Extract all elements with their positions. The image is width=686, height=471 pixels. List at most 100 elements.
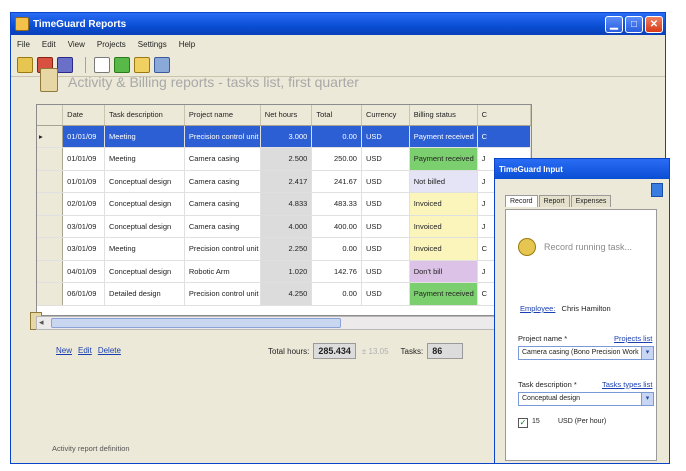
cell-date[interactable]: 04/01/09 xyxy=(62,260,106,283)
table-row[interactable]: 04/01/09 Conceptual design Robotic Arm 1.02… xyxy=(37,260,531,283)
menu-edit[interactable]: Edit xyxy=(42,40,56,49)
cell-task-description[interactable]: Conceptual design xyxy=(104,192,185,216)
table-row[interactable]: 03/01/09 Conceptual design Camera casing 4.… xyxy=(37,215,531,238)
cell-net-hours[interactable]: 2.500 xyxy=(260,147,313,171)
chevron-down-icon[interactable]: ▾ xyxy=(641,393,653,405)
book-icon[interactable] xyxy=(57,56,73,73)
row-header[interactable] xyxy=(37,282,64,306)
edit-link[interactable]: Edit xyxy=(78,346,92,355)
new-link[interactable]: New xyxy=(56,346,72,355)
cell-project-name[interactable]: Camera casing xyxy=(184,215,261,238)
projects-list-link[interactable]: Projects list xyxy=(614,334,652,343)
menu-file[interactable]: File xyxy=(17,40,30,49)
column-currency[interactable]: Currency xyxy=(361,105,410,126)
cell-net-hours[interactable]: 4.833 xyxy=(260,192,313,216)
column-task-description[interactable]: Task description xyxy=(104,105,185,126)
cell-total[interactable]: 0.00 xyxy=(311,237,362,261)
tasks-grid[interactable]: Date Task description Project name Net h… xyxy=(36,104,532,316)
table-row[interactable]: 01/01/09 Conceptual design Camera casing 2.… xyxy=(37,170,531,193)
cell-billing-status[interactable]: Payment received xyxy=(409,125,478,148)
cell-total[interactable]: 483.33 xyxy=(311,192,362,216)
cell-net-hours[interactable]: 4.250 xyxy=(260,282,313,306)
row-header[interactable] xyxy=(37,237,64,261)
cell-project-name[interactable]: Robotic Arm xyxy=(184,260,261,283)
cell-currency[interactable]: USD xyxy=(361,282,410,306)
cell-billing-status[interactable]: Invoiced xyxy=(409,215,478,238)
cell-billing-status[interactable]: Invoiced xyxy=(409,237,478,261)
cell-task-description[interactable]: Conceptual design xyxy=(104,215,185,238)
cell-date[interactable]: 01/01/09 xyxy=(62,170,106,193)
cell-currency[interactable]: USD xyxy=(361,260,410,283)
cell-date[interactable]: 02/01/09 xyxy=(62,192,106,216)
table-row[interactable]: 02/01/09 Conceptual design Camera casing 4.… xyxy=(37,192,531,216)
scrollbar-thumb[interactable] xyxy=(51,318,341,328)
project-name-select[interactable]: Camera casing (Bono Precision Work ▾ xyxy=(518,346,654,360)
cell-billing-status[interactable]: Not billed xyxy=(409,170,478,193)
record-running-task[interactable]: Record running task... xyxy=(544,242,632,252)
billable-checkbox[interactable]: ✓ xyxy=(518,418,528,428)
cell-currency[interactable]: USD xyxy=(361,147,410,171)
panel-pin-button[interactable] xyxy=(651,183,663,197)
cell-currency[interactable]: USD xyxy=(361,192,410,216)
close-button[interactable]: ✕ xyxy=(645,15,663,33)
cell-date[interactable]: 03/01/09 xyxy=(62,215,106,238)
cell-currency[interactable]: USD xyxy=(361,170,410,193)
cell-total[interactable]: 0.00 xyxy=(311,282,362,306)
maximize-button[interactable]: □ xyxy=(625,15,643,33)
cell-date[interactable]: 06/01/09 xyxy=(62,282,106,306)
activity-report-definition[interactable]: Activity report definition xyxy=(52,444,130,453)
new-document-icon[interactable] xyxy=(94,56,110,73)
scroll-left-icon[interactable]: ◂ xyxy=(39,317,44,328)
row-header[interactable] xyxy=(37,260,64,283)
row-header[interactable] xyxy=(37,147,64,171)
cell-total[interactable]: 241.67 xyxy=(311,170,362,193)
cell-net-hours[interactable]: 1.020 xyxy=(260,260,313,283)
title-bar[interactable]: TimeGuard Reports ▁ □ ✕ xyxy=(11,13,665,35)
cell-net-hours[interactable]: 2.417 xyxy=(260,170,313,193)
menu-view[interactable]: View xyxy=(68,40,85,49)
cell-billing-status[interactable]: Don't bill xyxy=(409,260,478,283)
delete-link[interactable]: Delete xyxy=(98,346,121,355)
chevron-down-icon[interactable]: ▾ xyxy=(641,347,653,359)
tab-record[interactable]: Record xyxy=(505,195,538,207)
cell-net-hours[interactable]: 2.250 xyxy=(260,237,313,261)
cell-billing-status[interactable]: Payment received xyxy=(409,282,478,306)
cell-total[interactable]: 250.00 xyxy=(311,147,362,171)
cell-project-name[interactable]: Camera casing xyxy=(184,170,261,193)
column-billing-status[interactable]: Billing status xyxy=(409,105,478,126)
cell-project-name[interactable]: Precision control unit xyxy=(184,237,261,261)
cell-net-hours[interactable]: 3.000 xyxy=(260,125,313,148)
task-description-select[interactable]: Conceptual design ▾ xyxy=(518,392,654,406)
check-document-icon[interactable] xyxy=(114,56,130,73)
cell-total[interactable]: 142.76 xyxy=(311,260,362,283)
cell-currency[interactable]: USD xyxy=(361,215,410,238)
column-total[interactable]: Total xyxy=(311,105,362,126)
cell-date[interactable]: 01/01/09 xyxy=(62,125,106,148)
menu-help[interactable]: Help xyxy=(179,40,195,49)
menu-projects[interactable]: Projects xyxy=(97,40,126,49)
report-book-icon[interactable] xyxy=(17,56,33,73)
cell-project-name[interactable]: Camera casing xyxy=(184,147,261,171)
cell-project-name[interactable]: Precision control unit xyxy=(184,282,261,306)
cell-date[interactable]: 01/01/09 xyxy=(62,147,106,171)
column-project-name[interactable]: Project name xyxy=(184,105,261,126)
cell-currency[interactable]: USD xyxy=(361,125,410,148)
horizontal-scrollbar[interactable]: ◂ xyxy=(36,316,532,330)
cell-task-description[interactable]: Meeting xyxy=(104,125,185,148)
table-row[interactable]: ▸ 01/01/09 Meeting Precision control unit 3.… xyxy=(37,125,531,148)
cell-date[interactable]: 03/01/09 xyxy=(62,237,106,261)
employee-link[interactable]: Employee: xyxy=(520,304,555,313)
cell-task-description[interactable]: Conceptual design xyxy=(104,170,185,193)
cell-client[interactable]: C xyxy=(477,125,531,148)
row-header[interactable] xyxy=(37,192,64,216)
edit-document-icon[interactable] xyxy=(134,56,150,73)
cell-net-hours[interactable]: 4.000 xyxy=(260,215,313,238)
row-header[interactable]: ▸ xyxy=(37,125,64,148)
print-icon[interactable] xyxy=(154,56,170,73)
menu-settings[interactable]: Settings xyxy=(138,40,167,49)
cell-project-name[interactable]: Camera casing xyxy=(184,192,261,216)
tab-expenses[interactable]: Expenses xyxy=(570,195,612,207)
tab-report[interactable]: Report xyxy=(538,195,570,207)
column-date[interactable]: Date xyxy=(62,105,106,126)
cell-task-description[interactable]: Detailed design xyxy=(104,282,185,306)
